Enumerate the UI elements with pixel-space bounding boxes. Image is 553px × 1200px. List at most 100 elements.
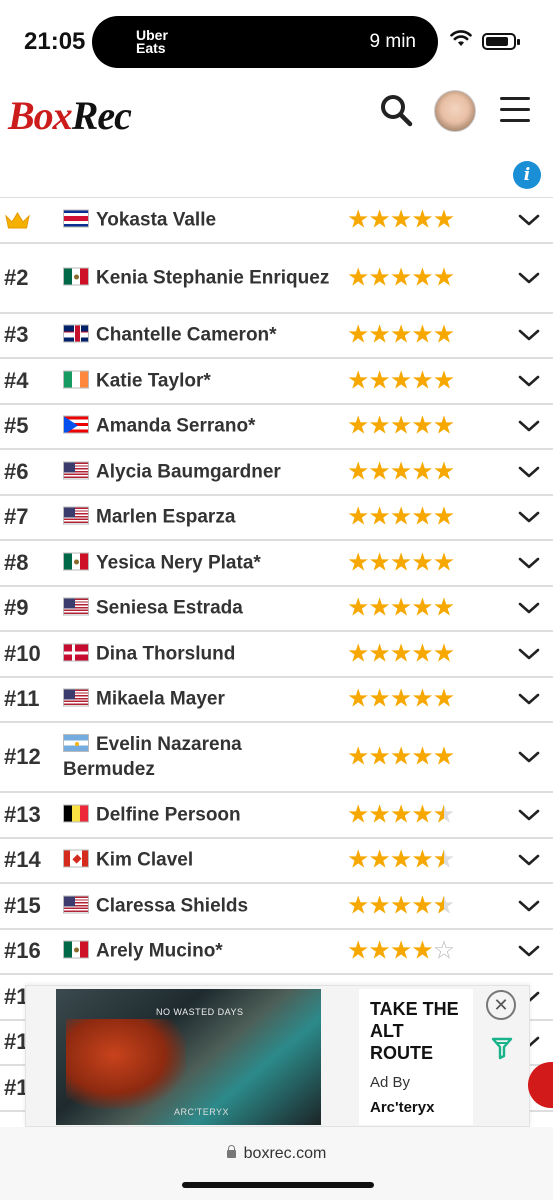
boxer-entry: Chantelle Cameron* [63, 323, 333, 348]
ranking-row[interactable]: #10 Dina Thorslund ★★★★★ [0, 632, 553, 678]
chevron-down-icon[interactable] [518, 510, 540, 524]
star-icon: ★ [347, 891, 369, 920]
boxer-name-link[interactable]: Delfine Persoon [96, 804, 241, 825]
ranking-row[interactable]: #13 Delfine Persoon ★★★★★ [0, 793, 553, 839]
boxer-name-link[interactable]: Kim Clavel [96, 850, 193, 871]
chevron-down-icon[interactable] [518, 374, 540, 388]
star-icon: ★ [347, 936, 369, 965]
chevron-down-icon[interactable] [518, 692, 540, 706]
country-flag-icon [63, 895, 89, 914]
star-icon: ★ [389, 742, 412, 771]
boxer-name-link[interactable]: Kenia Stephanie Enriquez [96, 267, 329, 288]
chevron-down-icon[interactable] [518, 271, 540, 285]
boxer-name-link[interactable]: Chantelle Cameron* [96, 325, 277, 346]
chevron-down-icon[interactable] [518, 601, 540, 615]
url-display[interactable]: boxrec.com [0, 1145, 553, 1163]
boxer-name-link[interactable]: Amanda Serrano* [96, 416, 255, 437]
ranking-row[interactable]: #15 Claressa Shields ★★★★★ [0, 884, 553, 930]
boxer-entry: Kenia Stephanie Enriquez [63, 265, 333, 290]
star-icon: ★ [347, 742, 369, 771]
star-icon: ★ [347, 845, 369, 874]
boxer-name-link[interactable]: Seniesa Estrada [96, 598, 243, 619]
star-rating: ★★★★★ [347, 548, 455, 577]
boxer-entry: Yesica Nery Plata* [63, 550, 333, 575]
ad-advertiser[interactable]: Arc'teryx [370, 1099, 434, 1116]
boxer-name-link[interactable]: Katie Taylor* [96, 370, 211, 391]
ranking-row[interactable]: #12 Evelin Nazarena Bermudez ★★★★★ [0, 723, 553, 793]
rank-number: #4 [4, 367, 29, 393]
ranking-row[interactable]: #6 Alycia Baumgardner ★★★★★ [0, 450, 553, 496]
ranking-row[interactable]: #16 Arely Mucino* ★★★★☆ [0, 930, 553, 975]
boxer-name-link[interactable]: Arely Mucino* [96, 941, 223, 962]
boxer-name-link[interactable]: Yesica Nery Plata* [96, 552, 261, 573]
user-avatar[interactable] [434, 90, 476, 132]
boxer-name-link[interactable]: Mikaela Mayer [96, 689, 225, 710]
lock-icon [226, 1145, 236, 1158]
ad-banner[interactable]: NO WASTED DAYS ARC'TERYX TAKE THE ALT RO… [25, 985, 530, 1127]
chevron-down-icon[interactable] [518, 944, 540, 958]
info-icon[interactable]: i [513, 161, 541, 189]
chevron-down-icon[interactable] [518, 808, 540, 822]
hamburger-menu-icon[interactable] [500, 97, 530, 123]
chevron-down-icon[interactable] [518, 419, 540, 433]
boxer-name-link[interactable]: Evelin Nazarena Bermudez [63, 734, 242, 780]
ranking-row[interactable]: #4 Katie Taylor* ★★★★★ [0, 359, 553, 405]
search-icon[interactable] [378, 92, 414, 128]
star-icon: ★ [411, 320, 433, 349]
star-icon: ★ [411, 639, 433, 668]
chevron-down-icon[interactable] [518, 853, 540, 867]
star-icon: ★ [389, 684, 412, 713]
star-icon: ★ [432, 457, 455, 486]
ranking-row[interactable]: #2 Kenia Stephanie Enriquez ★★★★★ [0, 244, 553, 314]
boxrec-logo[interactable]: BoxRec [8, 92, 132, 139]
country-flag-icon [63, 597, 89, 616]
chevron-down-icon[interactable] [518, 213, 540, 227]
boxer-name-link[interactable]: Dina Thorslund [96, 643, 235, 664]
ranking-row[interactable]: #9 Seniesa Estrada ★★★★★ [0, 587, 553, 632]
ratings-list: Yokasta Valle ★★★★★ #2 Kenia Stephanie Enri… [0, 197, 553, 1112]
ranking-row[interactable]: #8 Yesica Nery Plata* ★★★★★ [0, 541, 553, 587]
star-icon: ★ [389, 639, 412, 668]
chevron-down-icon[interactable] [518, 899, 540, 913]
rank-number: #15 [4, 892, 41, 918]
boxer-name-link[interactable]: Claressa Shields [96, 895, 248, 916]
star-icon: ★ [368, 502, 390, 531]
star-rating: ★★★★★ [347, 207, 455, 232]
boxer-name-link[interactable]: Marlen Esparza [96, 507, 235, 528]
ranking-row[interactable]: Yokasta Valle ★★★★★ [0, 198, 553, 244]
ranking-row[interactable]: #7 Marlen Esparza ★★★★★ [0, 496, 553, 541]
country-flag-icon [63, 209, 89, 228]
star-icon: ★ [347, 800, 369, 829]
star-icon: ★ [411, 936, 433, 965]
chevron-down-icon[interactable] [518, 750, 540, 764]
browser-url-bar[interactable]: boxrec.com [0, 1127, 553, 1200]
boxer-entry: Dina Thorslund [63, 641, 333, 666]
ad-by-label: Ad By [370, 1074, 411, 1091]
rank-number: #9 [4, 595, 29, 621]
star-rating: ★★★★★ [347, 800, 455, 829]
boxer-entry: Evelin Nazarena Bermudez [63, 732, 333, 782]
chevron-down-icon[interactable] [518, 556, 540, 570]
star-icon: ★ [368, 320, 390, 349]
ranking-row[interactable]: #14 Kim Clavel ★★★★★ [0, 839, 553, 884]
live-activity-island[interactable]: Uber Eats 9 min [92, 16, 438, 68]
boxer-entry: Katie Taylor* [63, 368, 333, 393]
rank-number: #2 [4, 264, 29, 290]
ranking-row[interactable]: #3 Chantelle Cameron* ★★★★★ [0, 314, 553, 359]
country-flag-icon [63, 643, 89, 662]
star-rating: ★★★★★ [347, 742, 455, 771]
ranking-row[interactable]: #11 Mikaela Mayer ★★★★★ [0, 678, 553, 723]
boxer-name-link[interactable]: Alycia Baumgardner [96, 461, 281, 482]
rank-number: #5 [4, 413, 29, 439]
ranking-row[interactable]: #5 Amanda Serrano* ★★★★★ [0, 405, 553, 450]
ad-cta-text[interactable]: TAKE THE ALT ROUTE [370, 998, 470, 1064]
boxer-name-link[interactable]: Yokasta Valle [96, 209, 216, 230]
chevron-down-icon[interactable] [518, 465, 540, 479]
ad-close-icon[interactable]: ✕ [486, 990, 516, 1020]
star-icon: ★ [368, 548, 390, 577]
ad-choices-icon[interactable] [490, 1036, 514, 1060]
ad-image[interactable]: NO WASTED DAYS ARC'TERYX [56, 989, 321, 1125]
chevron-down-icon[interactable] [518, 647, 540, 661]
chevron-down-icon[interactable] [518, 328, 540, 342]
home-indicator[interactable] [182, 1182, 374, 1188]
